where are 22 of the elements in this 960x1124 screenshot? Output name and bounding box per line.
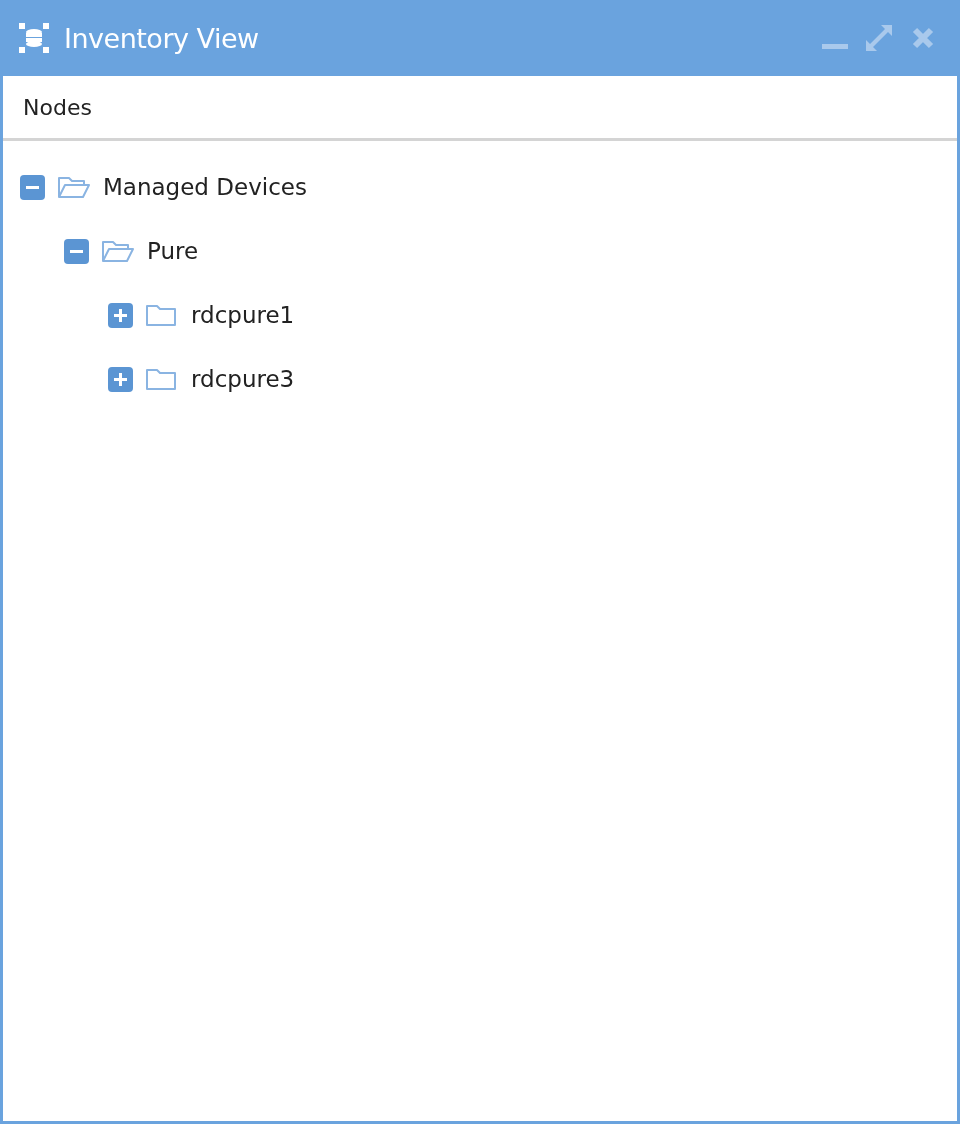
expand-arrows-icon (865, 24, 893, 52)
plus-icon (114, 308, 127, 322)
minus-icon (26, 185, 39, 189)
tree-item[interactable]: Managed Devices (103, 174, 307, 200)
tree-item[interactable]: rdcpure3 (191, 366, 295, 392)
folder-icon (145, 367, 179, 391)
minimize-icon (822, 44, 848, 49)
folder-icon (145, 303, 179, 327)
server-icon (18, 22, 50, 54)
plus-icon (114, 372, 127, 386)
tree-item[interactable]: rdcpure1 (191, 302, 295, 328)
close-icon (911, 26, 935, 50)
collapse-button[interactable] (64, 238, 89, 264)
window-title: Inventory View (64, 22, 260, 54)
header-label: Nodes (23, 94, 92, 120)
open-folder-icon (101, 239, 135, 263)
open-folder-icon (57, 175, 91, 199)
collapse-button[interactable] (20, 174, 45, 200)
expand-button[interactable] (108, 302, 133, 328)
minus-icon (70, 249, 83, 253)
expand-button[interactable] (108, 366, 133, 392)
tree-item[interactable]: Pure (147, 238, 199, 264)
